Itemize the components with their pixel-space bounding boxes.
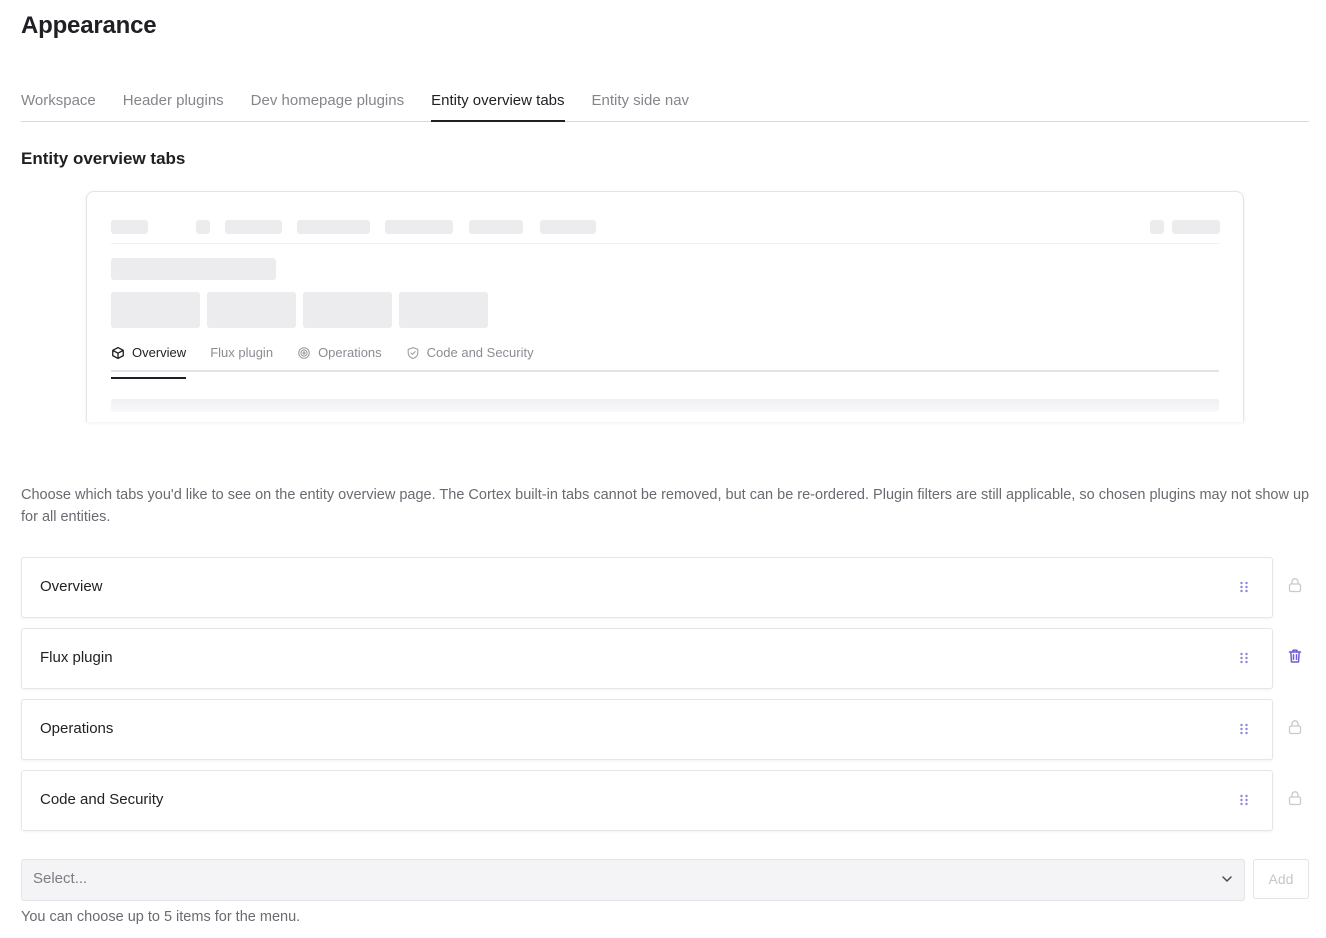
preview-tab-label: Overview: [132, 345, 187, 360]
tab-list-item-overview[interactable]: Overview: [21, 557, 1273, 618]
drag-handle-icon[interactable]: [1238, 722, 1250, 736]
preview-tab-label: Flux plugin: [210, 345, 274, 360]
preview-tab-overview: Overview: [111, 343, 187, 379]
tab-list-item-operations[interactable]: Operations: [21, 699, 1273, 760]
drag-handle-icon[interactable]: [1238, 793, 1250, 807]
skeleton-card: [111, 292, 200, 328]
tab-list-item-code-and-security[interactable]: Code and Security: [21, 770, 1273, 831]
skeleton-block: [469, 220, 523, 234]
skeleton-block: [1150, 220, 1164, 234]
preview-tab-code-and-security: Code and Security: [406, 343, 534, 370]
tab-header-plugins[interactable]: Header plugins: [123, 88, 224, 121]
drag-handle-icon[interactable]: [1238, 651, 1250, 665]
skeleton-card: [399, 292, 488, 328]
preview-tab-bar: Overview Flux plugin Operations Code and…: [111, 343, 1219, 379]
preview-tab-label: Operations: [318, 345, 382, 360]
tab-list-item-label: Operations: [40, 720, 114, 737]
skeleton-block: [196, 220, 210, 234]
description-text: Choose which tabs you'd like to see on t…: [21, 487, 1310, 525]
preview-tab-flux-plugin: Flux plugin: [210, 343, 273, 370]
skeleton-title: [111, 258, 276, 280]
preview-tab-operations: Operations: [297, 343, 382, 370]
cube-icon: [112, 346, 124, 360]
tab-select-dropdown[interactable]: Select...: [21, 859, 1245, 901]
target-icon: [298, 347, 310, 359]
select-placeholder: Select...: [33, 870, 88, 887]
tab-list-item-label: Flux plugin: [40, 649, 113, 666]
skeleton-block: [540, 220, 596, 234]
skeleton-content-bar: [111, 399, 1219, 412]
tab-entity-side-nav[interactable]: Entity side nav: [592, 88, 690, 121]
help-text: You can choose up to 5 items for the men…: [21, 909, 301, 925]
tab-list-item-label: Overview: [40, 578, 103, 595]
tab-list-item-label: Code and Security: [40, 791, 164, 808]
page-title: Appearance: [21, 12, 157, 39]
preview-tab-label: Code and Security: [426, 345, 534, 360]
lock-icon: [1288, 578, 1302, 593]
skeleton-block: [225, 220, 282, 234]
section-title: Entity overview tabs: [21, 149, 186, 168]
skeleton-block: [111, 220, 148, 234]
drag-handle-icon[interactable]: [1238, 580, 1250, 594]
tab-entity-overview-tabs[interactable]: Entity overview tabs: [431, 88, 565, 122]
tab-list-item-flux-plugin[interactable]: Flux plugin: [21, 628, 1273, 689]
skeleton-card: [303, 292, 392, 328]
lock-icon: [1288, 720, 1302, 735]
tab-dev-homepage-plugins[interactable]: Dev homepage plugins: [251, 88, 404, 121]
skeleton-block: [385, 220, 453, 234]
add-button[interactable]: Add: [1253, 859, 1309, 899]
shield-icon: [407, 347, 418, 360]
skeleton-card: [207, 292, 296, 328]
lock-icon: [1288, 791, 1302, 806]
skeleton-block: [297, 220, 370, 234]
preview-divider: [111, 243, 1219, 244]
skeleton-block: [1172, 220, 1220, 234]
tab-workspace[interactable]: Workspace: [21, 88, 96, 121]
chevron-down-icon: [1222, 876, 1232, 882]
trash-icon[interactable]: [1287, 648, 1303, 664]
settings-tabs: Workspace Header plugins Dev homepage pl…: [21, 88, 1309, 122]
entity-page-preview: Overview Flux plugin Operations Code and…: [86, 191, 1244, 422]
